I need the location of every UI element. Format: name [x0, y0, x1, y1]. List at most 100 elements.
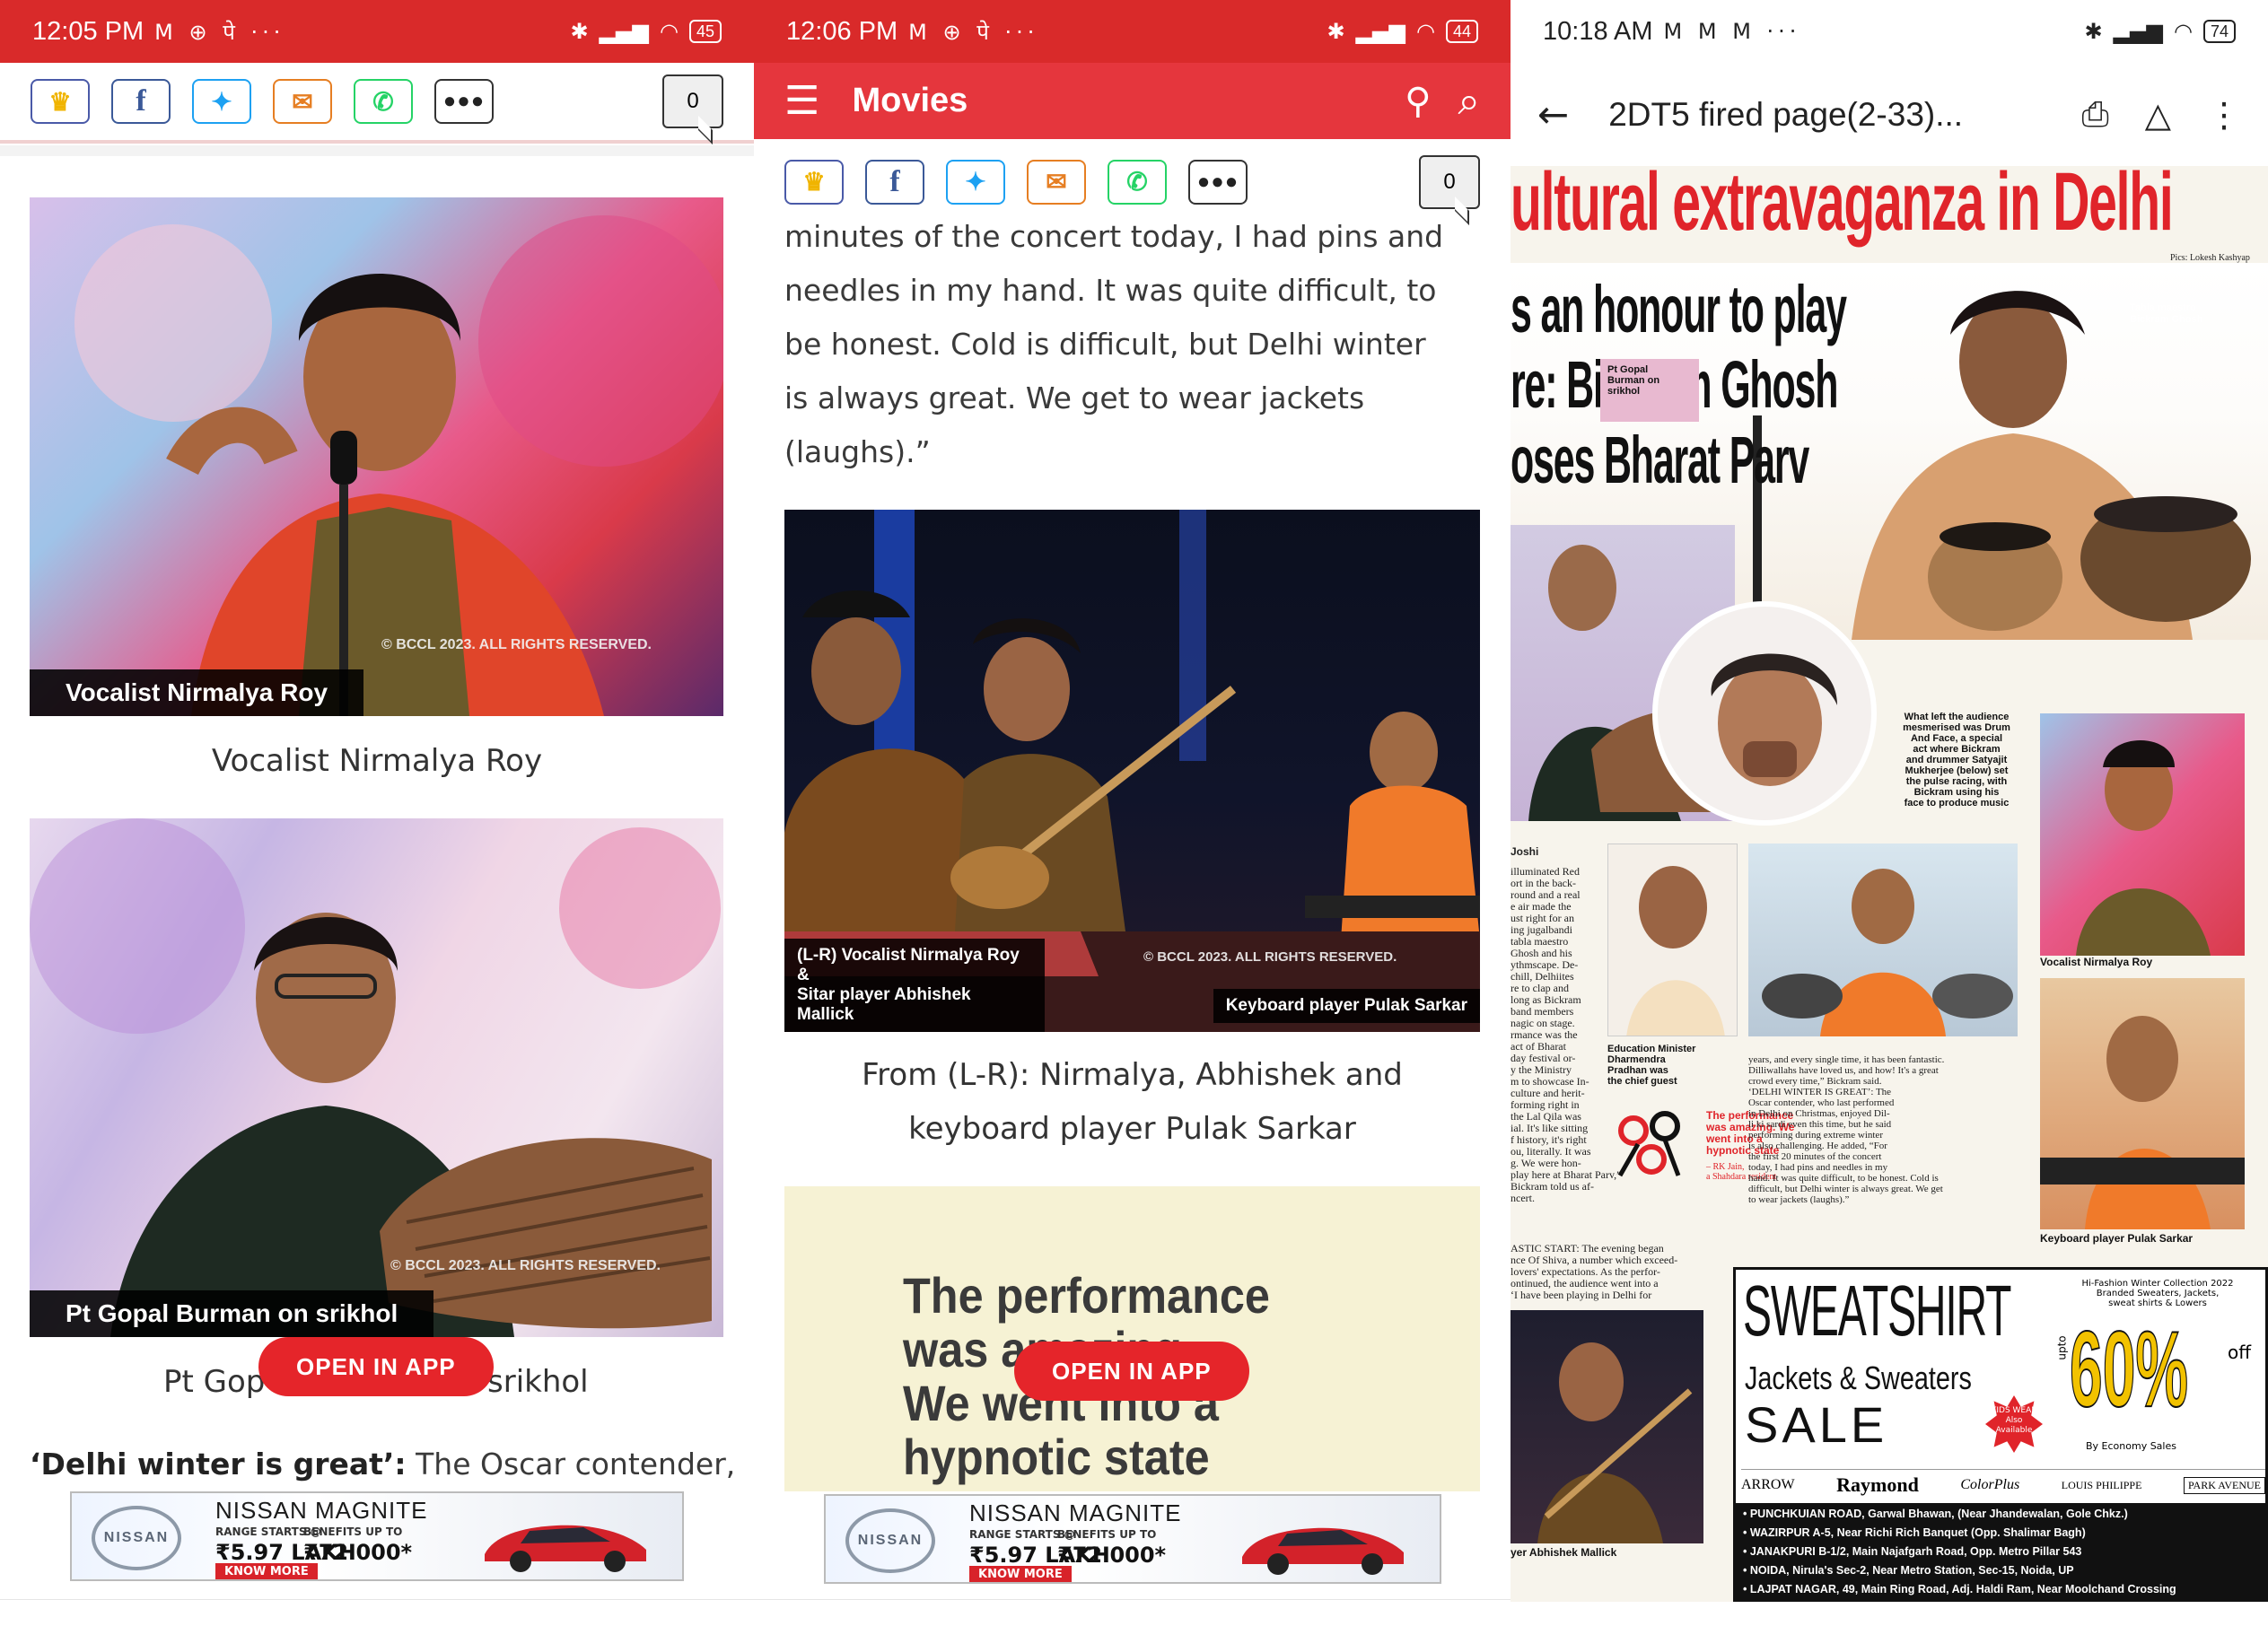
newspaper-page[interactable]: ultural extravaganza in Delhi Pics: Loke…	[1511, 166, 2268, 1602]
hamburger-menu-icon[interactable]: ☰	[784, 81, 819, 120]
body-line: is always great. We get to wear jackets	[784, 380, 1365, 415]
wifi-icon: ◠	[2174, 19, 2193, 44]
twitter-icon[interactable]: ✦	[192, 79, 251, 124]
brand-arrow: ARROW	[1741, 1477, 1795, 1492]
photo-vocalist[interactable]: © BCCL 2023. ALL RIGHTS RESERVED. Vocali…	[30, 197, 723, 716]
mail-icon[interactable]: ✉	[273, 79, 332, 124]
pdf-toolbar: ← 2DT5 fired page(2-33)... ⎙ △ ⋮	[1511, 63, 2268, 166]
mail-icon[interactable]: ✉	[1027, 159, 1086, 205]
back-arrow-icon[interactable]: ←	[1537, 92, 1569, 136]
divider	[0, 145, 754, 156]
brand-park-avenue: PARK AVENUE	[2183, 1476, 2265, 1494]
open-in-app-button[interactable]: OPEN IN APP	[1014, 1342, 1249, 1401]
signal-icon: ▂▄▆	[1355, 19, 1406, 44]
status-time: 10:18 AM	[1543, 16, 1653, 46]
facebook-icon[interactable]: f	[865, 159, 924, 205]
notification-icons: M M M ···	[1663, 19, 1801, 44]
nirmalya-photo	[2040, 713, 2245, 956]
store-addresses: • PUNCHKUIAN ROAD, Garwal Bhawan, (Near …	[1736, 1503, 2265, 1602]
photo-trio[interactable]: © BCCL 2023. ALL RIGHTS RESERVED. (L-R) …	[784, 510, 1480, 1032]
bluetooth-icon: ✱	[1327, 19, 1345, 44]
paragraph-text: The Oscar contender,	[406, 1447, 736, 1482]
ad-sale: SALE	[1745, 1396, 1888, 1453]
ad-benefits-label: BENEFITS UP TO	[303, 1525, 403, 1538]
location-pin-icon[interactable]: ⚲	[1405, 81, 1431, 122]
crown-icon[interactable]: ♛	[784, 159, 844, 205]
status-bar: 12:05 PM M ⊕ पे ··· ✱ ▂▄▆ ◠ 45	[0, 0, 754, 63]
sitar-caption: yer Abhishek Mallick	[1511, 1546, 1617, 1559]
copyright: © BCCL 2023. ALL RIGHTS RESERVED.	[381, 637, 652, 652]
drive-add-icon[interactable]: △	[2145, 95, 2171, 135]
ad-benefits-value: ₹72 000*	[1057, 1543, 1167, 1568]
photo-srikhol[interactable]: © BCCL 2023. ALL RIGHTS RESERVED. Pt Gop…	[30, 818, 723, 1337]
section-title: Movies	[852, 82, 968, 119]
facebook-icon[interactable]: f	[111, 79, 171, 124]
nissan-logo: NISSAN	[92, 1506, 181, 1570]
nissan-logo: NISSAN	[845, 1508, 935, 1573]
keyboard-photo	[2040, 978, 2245, 1229]
find-in-page-icon[interactable]: ⎙	[2081, 94, 2108, 135]
body-line: needles in my hand. It was quite difficu…	[784, 273, 1437, 308]
drummer-photo	[1748, 844, 2018, 1036]
crown-icon[interactable]: ♛	[31, 79, 90, 124]
subhead-line: s an honour to play	[1511, 272, 1847, 346]
ad-benefits-value: ₹72 000*	[303, 1540, 413, 1565]
body-line: (laughs).”	[784, 434, 931, 469]
system-nav-bar	[0, 1599, 754, 1626]
address-line: • NOIDA, Nirula's Sec-2, Near Metro Stat…	[1743, 1564, 2074, 1577]
quote-line: The performance	[903, 1267, 1270, 1324]
address-line: • PUNCHKUIAN ROAD, Garwal Bhawan, (Near …	[1743, 1508, 2128, 1520]
more-icon[interactable]: ●●●	[1188, 159, 1248, 205]
kids-wear-badge: KIDS WEAR Also Available	[1985, 1395, 2043, 1453]
status-bar: 12:06 PM M ⊕ पे ··· ✱ ▂▄▆ ◠ 44	[754, 0, 1511, 63]
gopal-caption: Pt Gopal Burman on srikhol	[1607, 364, 1660, 397]
battery-icon: 74	[2202, 20, 2236, 43]
whatsapp-icon[interactable]: ✆	[354, 79, 413, 124]
more-vert-icon[interactable]: ⋮	[2207, 95, 2241, 135]
ad-by: By Economy Sales	[2086, 1440, 2176, 1452]
address-line: • LAJPAT NAGAR, 49, Main Ring Road, Adj.…	[1743, 1583, 2176, 1595]
pull-quote-box: The performance was amazing We went into…	[784, 1186, 1480, 1491]
caption-line: From (L-R): Nirmalya, Abhishek and	[862, 1057, 1403, 1093]
body-line: be honest. Cold is difficult, but Delhi …	[784, 327, 1426, 362]
share-bar: ♛ f ✦ ✉ ✆ ●●● 0	[0, 63, 754, 144]
photo-caption-left: Pt Gop	[163, 1364, 266, 1400]
wifi-icon: ◠	[660, 19, 679, 44]
search-icon[interactable]: ⌕	[1458, 78, 1480, 124]
drum-face-circle	[1652, 601, 1877, 826]
tabla-caption: Tabla maestro Bickram Ghosh	[2130, 302, 2203, 325]
ad-upto: upto	[2055, 1335, 2069, 1360]
copyright: © BCCL 2023. ALL RIGHTS RESERVED.	[1143, 949, 1397, 965]
car-icon	[485, 1525, 646, 1572]
status-right: ✱ ▂▄▆ ◠ 74	[2085, 19, 2236, 44]
article-column-2: years, and every single time, it has bee…	[1748, 1054, 1945, 1205]
caption-line: keyboard player Pulak Sarkar	[908, 1111, 1356, 1147]
open-in-app-button[interactable]: OPEN IN APP	[258, 1337, 494, 1396]
brand-raymond: Raymond	[1836, 1473, 1919, 1496]
more-icon[interactable]: ●●●	[434, 79, 494, 124]
nissan-ad-banner[interactable]: NISSAN NISSAN MAGNITE RANGE STARTS @ ₹5.…	[824, 1494, 1441, 1584]
ad-know-more[interactable]: KNOW MORE	[215, 1563, 318, 1579]
system-nav-bar	[754, 1599, 1511, 1626]
photo-caption-right: srikhol	[487, 1364, 589, 1400]
gopal-caption-box: Pt Gopal Burman on srikhol	[1600, 359, 1699, 422]
comment-count-button[interactable]: 0	[1419, 154, 1480, 209]
photo-caption: Vocalist Nirmalya Roy	[211, 743, 543, 779]
ad-percent: 60%	[2069, 1308, 2189, 1430]
comment-count-button[interactable]: 0	[662, 74, 723, 128]
twitter-icon[interactable]: ✦	[946, 159, 1005, 205]
article-body: minutes of the concert today, I had pins…	[784, 210, 1502, 479]
battery-icon: 44	[1445, 20, 1478, 43]
ad-benefits-label: BENEFITS UP TO	[1057, 1528, 1157, 1541]
status-time: 12:05 PM	[32, 16, 144, 46]
ad-know-more[interactable]: KNOW MORE	[969, 1566, 1072, 1582]
car-icon	[1242, 1527, 1404, 1575]
signal-icon: ▂▄▆	[599, 19, 650, 44]
whatsapp-icon[interactable]: ✆	[1108, 159, 1167, 205]
nirmalya-caption: Vocalist Nirmalya Roy	[2040, 956, 2153, 968]
body-line: minutes of the concert today, I had pins…	[784, 219, 1444, 254]
address-line: • WAZIRPUR A-5, Near Richi Rich Banquet …	[1743, 1526, 2086, 1539]
sweatshirt-ad[interactable]: SWEATSHIRT Jackets & Sweaters SALE Hi-Fa…	[1733, 1267, 2268, 1602]
panel-article-1: 12:05 PM M ⊕ पे ··· ✱ ▂▄▆ ◠ 45 ♛ f ✦ ✉ ✆…	[0, 0, 754, 1626]
nissan-ad-banner[interactable]: NISSAN NISSAN MAGNITE RANGE STARTS @ ₹5.…	[70, 1491, 684, 1581]
